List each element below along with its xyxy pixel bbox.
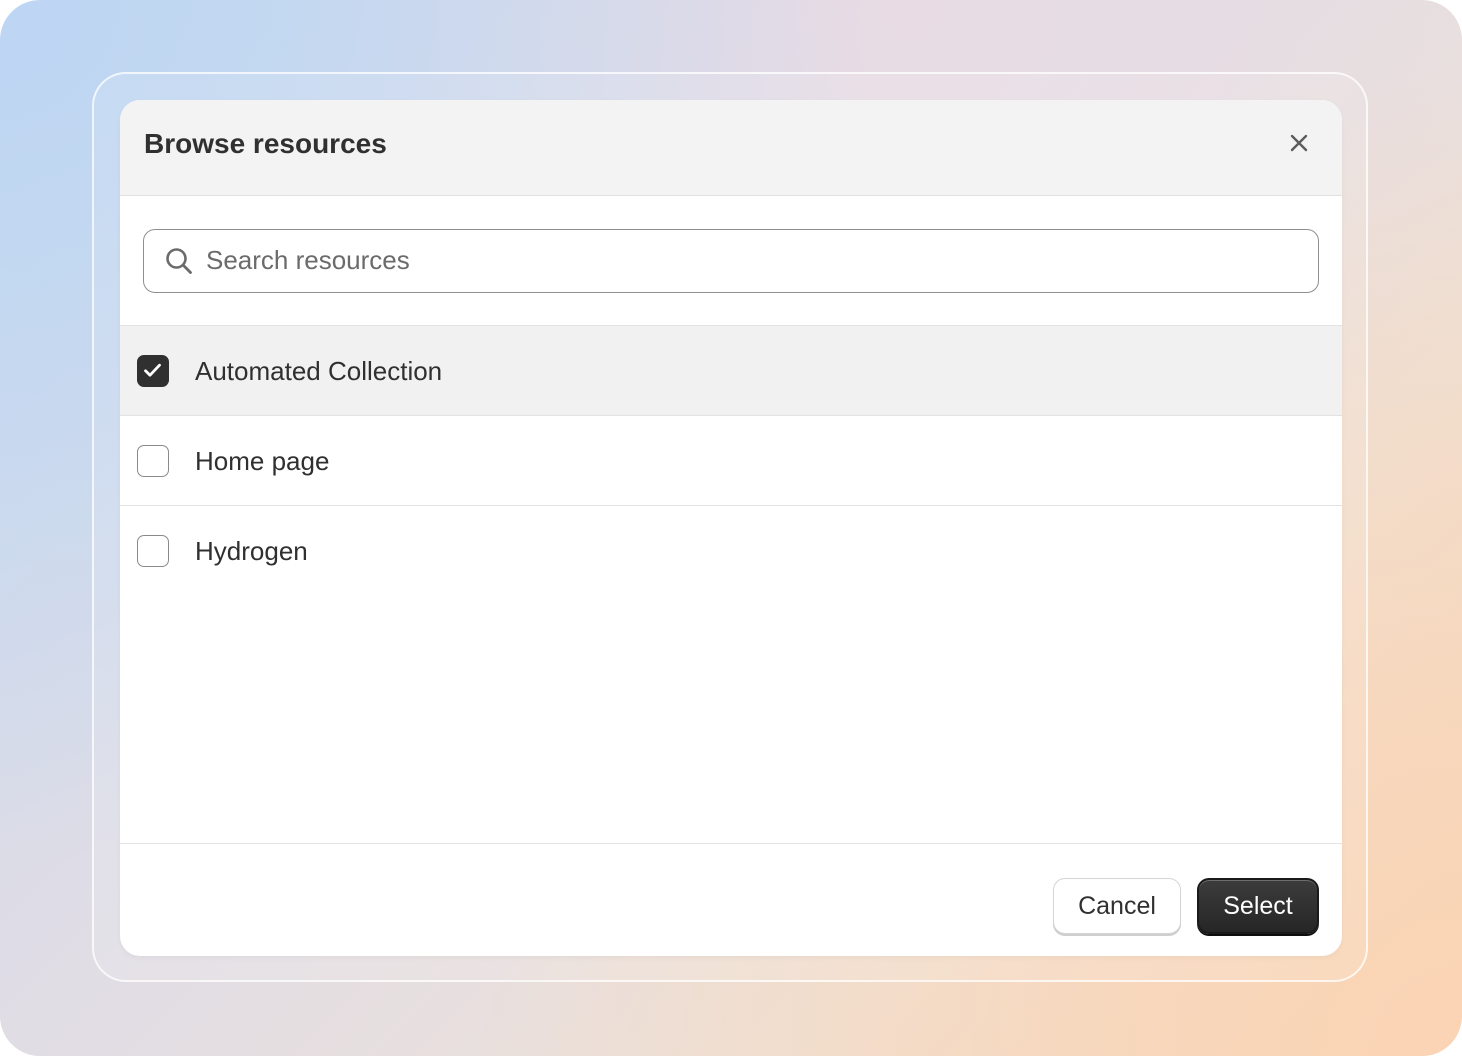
resource-checkbox[interactable] — [137, 445, 169, 477]
list-item[interactable]: Home page — [120, 416, 1342, 506]
resource-list: Automated Collection Home page Hydrogen — [120, 326, 1342, 596]
modal-title: Browse resources — [144, 128, 387, 159]
modal-footer: Cancel Select — [120, 843, 1342, 956]
resource-checkbox[interactable] — [137, 355, 169, 387]
search-box[interactable] — [143, 229, 1319, 293]
list-item[interactable]: Hydrogen — [120, 506, 1342, 596]
resource-label: Hydrogen — [195, 536, 308, 566]
select-button[interactable]: Select — [1197, 878, 1319, 934]
search-input[interactable] — [206, 230, 1296, 291]
list-item[interactable]: Automated Collection — [120, 326, 1342, 416]
close-button[interactable] — [1280, 124, 1318, 162]
search-section — [120, 196, 1342, 326]
checkmark-icon — [144, 363, 161, 377]
resource-label: Automated Collection — [195, 356, 443, 386]
cancel-button[interactable]: Cancel — [1053, 878, 1181, 934]
modal-header: Browse resources — [120, 100, 1342, 196]
resource-label: Home page — [195, 446, 330, 476]
search-icon — [166, 248, 192, 274]
resource-checkbox[interactable] — [137, 535, 169, 567]
browse-resources-modal: Browse resources Automated Collection — [120, 100, 1342, 956]
close-icon — [1290, 134, 1308, 152]
